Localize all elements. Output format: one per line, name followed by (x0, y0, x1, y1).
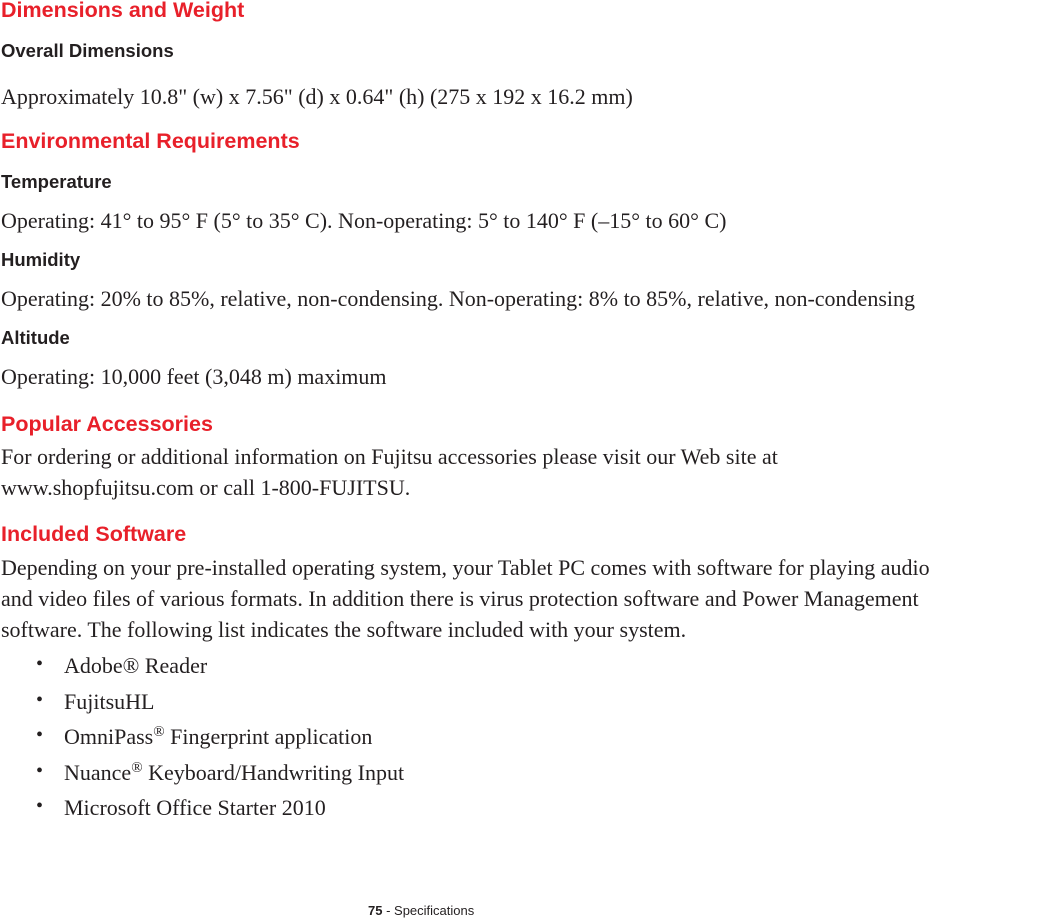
software-text-line-2: and video files of various formats. In a… (1, 586, 919, 611)
software-text-line-1: Depending on your pre-installed operatin… (1, 555, 930, 580)
software-text-line-3: software. The following list indicates t… (1, 617, 687, 642)
heading-dimensions-and-weight: Dimensions and Weight (1, 0, 245, 22)
altitude-text: Operating: 10,000 feet (3,048 m) maximum (1, 364, 387, 389)
list-item-text: FujitsuHL (64, 688, 155, 714)
list-item-text: OmniPass (64, 724, 154, 749)
accessories-text-line-2: www.shopfujitsu.com or call 1-800-FUJITS… (1, 475, 411, 500)
bullet-icon: • (36, 653, 44, 675)
dimensions-text: Approximately 10.8" (w) x 7.56" (d) x 0.… (1, 84, 633, 109)
registered-mark: ® (131, 759, 143, 776)
list-item-text: Adobe® Reader (64, 653, 208, 678)
heading-environmental-requirements: Environmental Requirements (1, 129, 300, 153)
footer-section-name: Specifications (394, 903, 475, 918)
bullet-icon: • (36, 759, 44, 782)
humidity-text: Operating: 20% to 85%, relative, non-con… (1, 286, 915, 311)
temperature-text: Operating: 41° to 95° F (5° to 35° C). N… (1, 208, 727, 233)
bullet-icon: • (36, 795, 44, 817)
list-item-text-rest: Keyboard/Handwriting Input (142, 759, 405, 785)
subheading-temperature: Temperature (1, 171, 112, 192)
list-item-text: Nuance (64, 759, 132, 785)
list-item-text-rest: Fingerprint application (164, 724, 373, 749)
bullet-icon: • (36, 688, 44, 711)
subheading-altitude: Altitude (1, 327, 70, 348)
page-footer: 75 - Specifications (368, 903, 474, 918)
list-item-text: Microsoft Office Starter 2010 (64, 795, 326, 820)
accessories-text-line-1: For ordering or additional information o… (1, 444, 778, 469)
footer-separator: - (382, 903, 395, 918)
bullet-icon: • (36, 724, 44, 746)
heading-popular-accessories: Popular Accessories (1, 412, 213, 436)
subheading-overall-dimensions: Overall Dimensions (1, 40, 174, 61)
page-number: 75 (368, 903, 383, 918)
registered-mark: ® (153, 723, 165, 740)
subheading-humidity: Humidity (1, 249, 81, 270)
heading-included-software: Included Software (1, 522, 187, 546)
